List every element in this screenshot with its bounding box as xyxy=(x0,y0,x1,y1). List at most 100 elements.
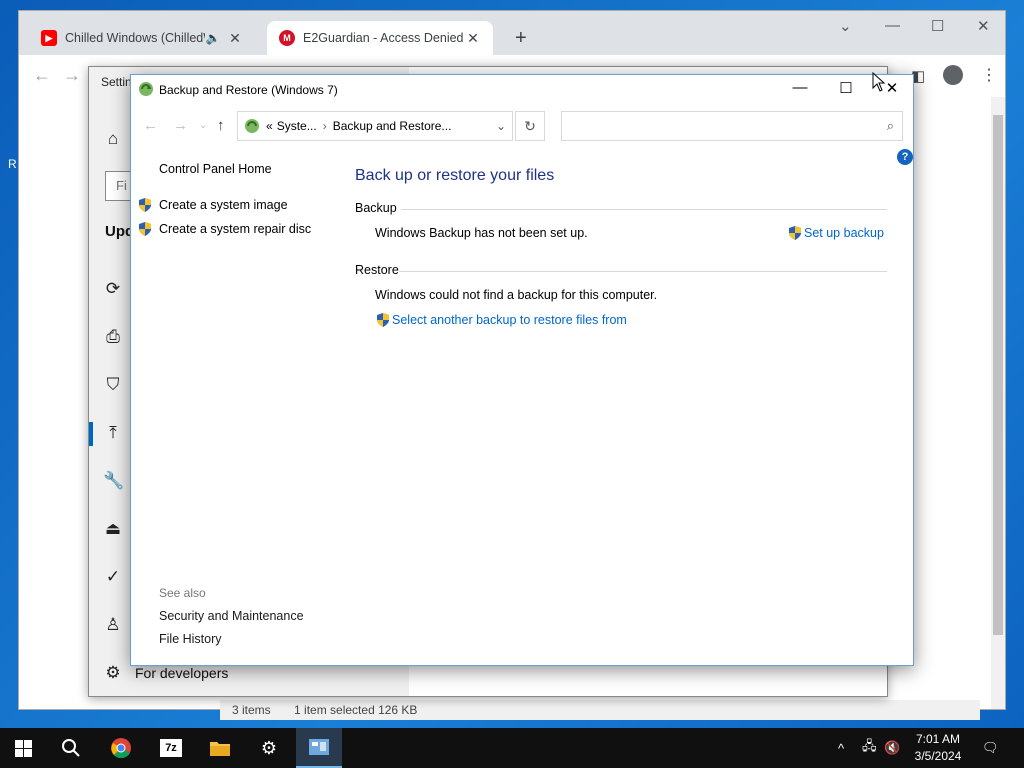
chrome-icon xyxy=(111,738,131,759)
address-row: ← → ⌄ ↑ « Syste... › Backup and Restore.… xyxy=(131,111,913,141)
search-icon: ⌕ xyxy=(886,118,894,133)
status-selected: 1 item selected 126 KB xyxy=(294,703,418,717)
audio-icon[interactable]: 🔈 xyxy=(205,31,221,45)
create-system-image-link[interactable]: Create a system image xyxy=(159,198,288,212)
address-prefix: « xyxy=(266,119,273,133)
sidebar-item-for-developers[interactable]: For developers xyxy=(135,665,228,681)
minimize-icon[interactable]: — xyxy=(885,17,900,34)
backup-location-icon xyxy=(245,119,259,133)
youtube-icon: ▶ xyxy=(41,30,57,46)
notifications-icon[interactable]: 🗨 xyxy=(982,728,999,768)
settings-taskbar-button[interactable]: ⚙ xyxy=(246,728,292,768)
maximize-icon[interactable]: ☐ xyxy=(931,17,944,35)
folder-icon xyxy=(210,742,230,756)
delivery-icon[interactable]: ⎙ xyxy=(103,327,123,347)
developers-icon[interactable]: ⚙ xyxy=(103,663,123,683)
help-icon[interactable]: ? xyxy=(897,149,913,165)
select-another-backup-link[interactable]: Select another backup to restore files f… xyxy=(392,313,627,327)
tab-search-icon[interactable]: ⌄ xyxy=(839,17,852,35)
divider xyxy=(401,209,887,210)
address-bar[interactable]: « Syste... › Backup and Restore... ⌄ xyxy=(237,111,513,141)
create-repair-disc-link[interactable]: Create a system repair disc xyxy=(159,222,311,236)
explorer-status-bar: 3 items 1 item selected 126 KB xyxy=(220,700,980,720)
e2guardian-icon: M xyxy=(279,30,295,46)
tab-title: Chilled Windows (ChilledWin xyxy=(65,31,205,45)
start-button[interactable] xyxy=(0,728,46,768)
desktop-icon-label[interactable]: R xyxy=(8,157,17,171)
uac-shield-icon xyxy=(377,313,389,327)
uac-shield-icon xyxy=(139,222,151,236)
7zip-taskbar-button[interactable]: 7z xyxy=(148,728,194,768)
new-tab-button[interactable]: + xyxy=(515,27,527,50)
menu-icon[interactable]: ⋮ xyxy=(981,65,997,85)
forward-icon[interactable]: → xyxy=(173,117,188,134)
selection-indicator xyxy=(89,422,93,446)
tab-chilled-windows[interactable]: ▶ Chilled Windows (ChilledWin 🔈 ✕ xyxy=(29,21,255,55)
set-up-backup-link[interactable]: Set up backup xyxy=(804,226,884,240)
back-icon[interactable]: ← xyxy=(143,117,158,134)
uac-shield-icon xyxy=(139,198,151,212)
close-tab-icon[interactable]: ✕ xyxy=(227,30,243,47)
backup-icon[interactable]: ⤒ xyxy=(103,423,123,443)
file-history-link[interactable]: File History xyxy=(159,632,222,646)
page-title: Back up or restore your files xyxy=(355,167,555,184)
file-explorer-taskbar-button[interactable] xyxy=(197,728,243,768)
profile-avatar-icon[interactable] xyxy=(943,65,963,85)
chrome-taskbar-button[interactable] xyxy=(98,728,144,768)
search-button[interactable] xyxy=(48,728,94,768)
control-panel-home-link[interactable]: Control Panel Home xyxy=(159,162,272,176)
maximize-icon[interactable]: ☐ xyxy=(831,79,861,97)
address-dropdown-icon[interactable]: ⌄ xyxy=(496,119,506,133)
tab-title: E2Guardian - Access Denied xyxy=(303,31,464,45)
backup-app-icon xyxy=(139,82,153,96)
recent-locations-icon[interactable]: ⌄ xyxy=(199,120,207,131)
find-device-icon[interactable]: ♙ xyxy=(103,615,123,635)
security-maintenance-link[interactable]: Security and Maintenance xyxy=(159,609,304,623)
breadcrumb-separator-icon: › xyxy=(322,119,327,133)
settings-title: Settin xyxy=(101,75,132,89)
shield-icon[interactable]: ⛉ xyxy=(103,375,123,395)
gear-icon: ⚙ xyxy=(260,737,278,758)
see-also-label: See also xyxy=(159,586,206,600)
divider xyxy=(399,271,887,272)
control-panel-taskbar-button[interactable] xyxy=(296,728,342,768)
breadcrumb-system[interactable]: Syste... xyxy=(277,119,317,133)
close-window-icon[interactable]: ✕ xyxy=(977,17,990,35)
7zip-icon: 7z xyxy=(160,739,182,757)
tab-e2guardian[interactable]: M E2Guardian - Access Denied ✕ xyxy=(267,21,493,55)
status-items: 3 items xyxy=(232,703,271,717)
up-icon[interactable]: ↑ xyxy=(217,117,225,134)
backup-status-text: Windows Backup has not been set up. xyxy=(375,226,588,240)
search-input[interactable]: ⌕ xyxy=(561,111,903,141)
activation-icon[interactable]: ✓ xyxy=(103,567,123,587)
window-title: Backup and Restore (Windows 7) xyxy=(159,83,338,97)
windows-logo-icon xyxy=(14,739,32,757)
close-tab-icon[interactable]: ✕ xyxy=(465,30,481,47)
backup-restore-window: Backup and Restore (Windows 7) — ☐ ✕ ← →… xyxy=(130,74,914,666)
restore-status-text: Windows could not find a backup for this… xyxy=(375,288,658,302)
control-panel-icon xyxy=(309,739,329,755)
network-icon[interactable]: 🖧 xyxy=(862,728,877,768)
search-icon xyxy=(62,739,80,757)
wrench-icon[interactable]: 🔧 xyxy=(103,471,124,491)
tab-strip: ▶ Chilled Windows (ChilledWin 🔈 ✕ M E2Gu… xyxy=(19,11,1005,55)
mouse-cursor-icon xyxy=(872,72,886,92)
clock-time: 7:01 AM xyxy=(915,732,961,746)
breadcrumb-backup-restore[interactable]: Backup and Restore... xyxy=(333,119,452,133)
volume-muted-icon[interactable]: 🔇 xyxy=(884,728,900,768)
show-hidden-icons-icon[interactable]: ^ xyxy=(838,728,844,768)
back-icon[interactable]: ← xyxy=(33,65,51,86)
home-icon[interactable]: ⌂ xyxy=(103,129,123,149)
restore-section-header: Restore xyxy=(355,263,399,277)
refresh-button[interactable]: ↻ xyxy=(515,111,545,141)
sync-icon[interactable]: ⟳ xyxy=(103,279,123,299)
taskbar: 7z ⚙ ^ 🖧 🔇 7:01 AM 3/5/2024 🗨 xyxy=(0,728,1024,768)
backup-section-header: Backup xyxy=(355,201,397,215)
clock[interactable]: 7:01 AM 3/5/2024 xyxy=(906,731,970,765)
uac-shield-icon xyxy=(789,226,801,240)
recovery-icon[interactable]: ⏏ xyxy=(103,519,123,539)
forward-icon[interactable]: → xyxy=(63,65,81,86)
clock-date: 3/5/2024 xyxy=(914,749,962,763)
minimize-icon[interactable]: — xyxy=(785,79,815,96)
page-scrollbar-thumb[interactable] xyxy=(993,115,1003,635)
